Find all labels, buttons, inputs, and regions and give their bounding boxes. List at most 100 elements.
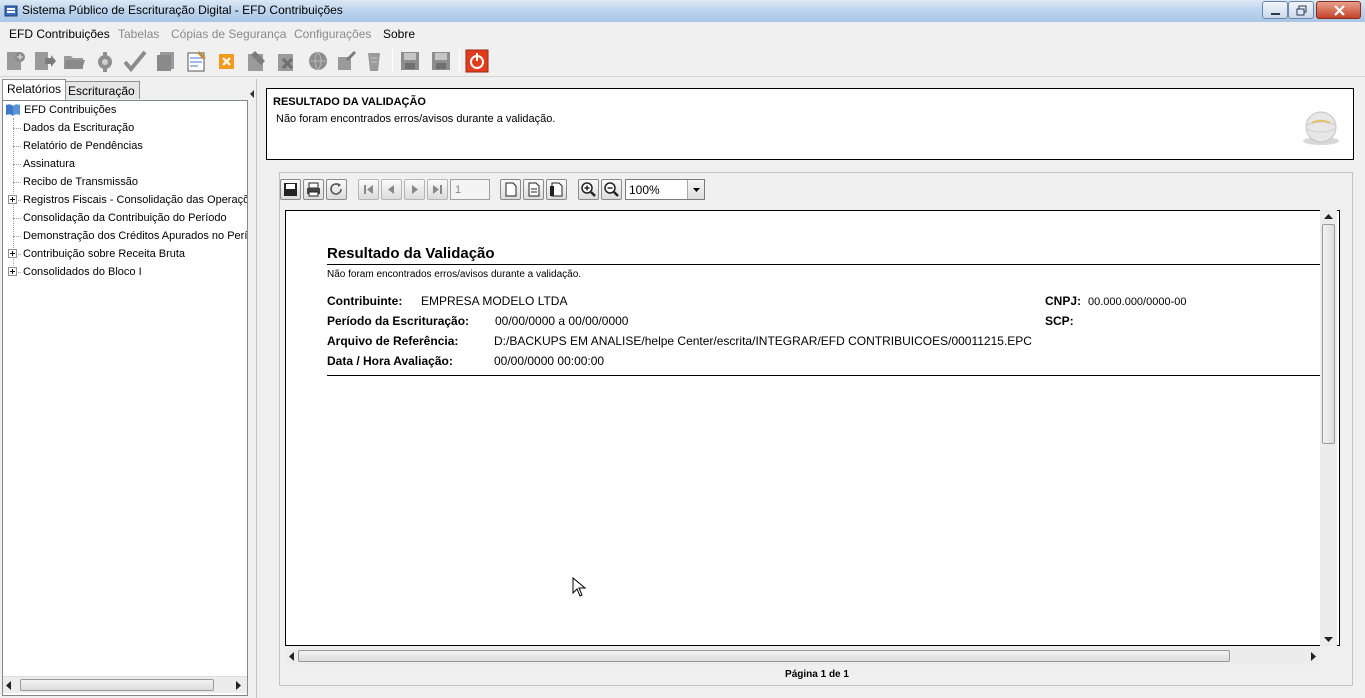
scroll-left-arrow-icon[interactable] — [5, 681, 13, 690]
viewer-prev-page-button[interactable] — [381, 179, 402, 200]
zoom-select[interactable]: 100% — [625, 179, 705, 200]
viewer-page-width-button[interactable] — [523, 179, 544, 200]
copy-icon[interactable] — [154, 49, 178, 73]
cnpj-label: CNPJ: — [1045, 294, 1082, 308]
tab-relatorios[interactable]: Relatórios — [2, 79, 67, 100]
expand-icon[interactable] — [8, 195, 17, 204]
scroll-down-arrow-icon[interactable] — [1324, 636, 1333, 643]
whole-page-icon — [550, 182, 563, 197]
periodo-label: Período da Escrituração: — [327, 314, 470, 328]
report-horizontal-scrollbar[interactable] — [285, 648, 1320, 665]
data-hora-label: Data / Hora Avaliação: — [327, 354, 453, 368]
result-heading: RESULTADO DA VALIDAÇÃO — [273, 96, 426, 108]
report-page: Resultado da Validação Não foram encontr… — [285, 210, 1340, 646]
menu-tabelas[interactable]: Tabelas — [118, 27, 159, 41]
scroll-right-arrow-icon[interactable] — [234, 681, 242, 690]
viewer-toolbar: 1 100% — [280, 173, 1352, 201]
menu-configuracoes[interactable]: Configurações — [294, 27, 371, 41]
open-folder-icon[interactable] — [62, 49, 86, 73]
tree-item-registros-fiscais[interactable]: Registros Fiscais - Consolidação das Ope… — [3, 191, 247, 209]
viewer-whole-page-button[interactable] — [546, 179, 567, 200]
tree-item-assinatura[interactable]: Assinatura — [3, 155, 247, 173]
last-page-icon — [433, 185, 442, 194]
page-number-input[interactable]: 1 — [450, 179, 490, 200]
menu-bar: EFD Contribuições Tabelas Cópias de Segu… — [0, 22, 1365, 45]
menu-sobre[interactable]: Sobre — [383, 27, 415, 41]
periodo-value: 00/00/0000 a 00/00/0000 — [495, 314, 629, 328]
tab-escrituracao[interactable]: Escrituração — [63, 81, 140, 99]
sign-icon[interactable] — [245, 49, 269, 73]
viewer-save-button[interactable] — [280, 179, 301, 200]
settings-gear-icon[interactable] — [93, 49, 117, 73]
viewer-print-button[interactable] — [303, 179, 324, 200]
scroll-right-arrow-icon[interactable] — [1310, 652, 1317, 661]
zoom-dropdown-button[interactable] — [687, 180, 704, 199]
viewer-refresh-button[interactable] — [326, 179, 347, 200]
edit-notes-icon[interactable] — [185, 49, 209, 73]
import-icon[interactable] — [32, 49, 56, 73]
search-icon[interactable] — [335, 49, 359, 73]
sped-logo-icon — [1303, 111, 1339, 145]
arquivo-label: Arquivo de Referência: — [327, 334, 459, 348]
tree-item-relatorio-pendencias[interactable]: Relatório de Pendências — [3, 137, 247, 155]
scroll-up-arrow-icon[interactable] — [1324, 213, 1333, 220]
report-section-divider — [327, 375, 1327, 376]
close-icon — [1334, 5, 1345, 16]
tree-horizontal-scrollbar[interactable] — [3, 676, 247, 693]
mouse-cursor-icon — [572, 577, 586, 597]
report-vertical-scrollbar[interactable] — [1320, 210, 1337, 646]
viewer-first-page-button[interactable] — [358, 179, 379, 200]
scp-label: SCP: — [1045, 314, 1074, 328]
tree-item-consolidacao-contribuicao[interactable]: Consolidação da Contribuição do Período — [3, 209, 247, 227]
report-viewer: 1 100% Resultado da Validação Não foram … — [279, 172, 1353, 686]
save-disk-alt-icon[interactable] — [429, 49, 453, 73]
book-icon — [6, 104, 20, 116]
viewer-last-page-button[interactable] — [427, 179, 448, 200]
tree-item-dados-escrituracao[interactable]: Dados da Escrituração — [3, 119, 247, 137]
viewer-zoom-in-button[interactable] — [578, 179, 599, 200]
scroll-left-arrow-icon[interactable] — [288, 652, 295, 661]
scroll-thumb[interactable] — [20, 679, 214, 691]
new-file-icon[interactable] — [3, 49, 27, 73]
validate-check-icon[interactable] — [123, 49, 147, 73]
scroll-thumb[interactable] — [298, 650, 1230, 662]
viewer-single-page-button[interactable] — [500, 179, 521, 200]
tree-item-contribuicao-receita-bruta[interactable]: Contribuição sobre Receita Bruta — [3, 245, 247, 263]
restore-button[interactable] — [1288, 1, 1314, 19]
tree-item-demonstracao-creditos[interactable]: Demonstração dos Créditos Apurados no Pe… — [3, 227, 247, 245]
title-bar: Sistema Público de Escrituração Digital … — [0, 0, 1365, 22]
minimize-button[interactable] — [1262, 1, 1288, 19]
panel-splitter[interactable] — [250, 79, 255, 698]
scroll-thumb[interactable] — [1322, 224, 1335, 444]
minimize-icon — [1271, 13, 1280, 15]
exit-power-icon[interactable] — [465, 49, 489, 73]
menu-copias-de-seguranca[interactable]: Cópias de Segurança — [171, 27, 286, 41]
close-button[interactable] — [1316, 1, 1361, 19]
collapse-arrow-icon[interactable] — [250, 90, 255, 98]
viewer-next-page-button[interactable] — [404, 179, 425, 200]
app-icon — [4, 5, 18, 17]
tree-connector — [13, 218, 21, 219]
menu-efd-contribuicoes[interactable]: EFD Contribuições — [9, 27, 110, 41]
sign-alt-icon[interactable] — [275, 49, 299, 73]
first-page-icon — [364, 185, 373, 194]
prev-page-icon — [388, 185, 394, 194]
content-panel: RESULTADO DA VALIDAÇÃO Não foram encontr… — [256, 79, 1365, 698]
receipt-icon[interactable] — [362, 49, 386, 73]
restore-icon — [1296, 5, 1307, 16]
tree-connector — [13, 146, 21, 147]
validation-result-box: RESULTADO DA VALIDAÇÃO Não foram encontr… — [266, 88, 1354, 160]
viewer-zoom-out-button[interactable] — [601, 179, 622, 200]
zoom-value: 100% — [629, 183, 660, 197]
expand-icon[interactable] — [8, 267, 17, 276]
tree-item-consolidados-bloco-i[interactable]: Consolidados do Bloco I — [3, 263, 247, 281]
save-disk-icon[interactable] — [398, 49, 422, 73]
expand-icon[interactable] — [8, 249, 17, 258]
transmit-globe-icon[interactable] — [306, 49, 330, 73]
contribuinte-value: EMPRESA MODELO LTDA — [421, 294, 568, 308]
delete-x-icon[interactable] — [215, 49, 239, 73]
report-title-underline — [327, 264, 1327, 265]
main-toolbar — [0, 45, 1365, 77]
tree-item-recibo-transmissao[interactable]: Recibo de Transmissão — [3, 173, 247, 191]
tree-root-efd-contribuicoes[interactable]: EFD Contribuições — [3, 101, 247, 119]
